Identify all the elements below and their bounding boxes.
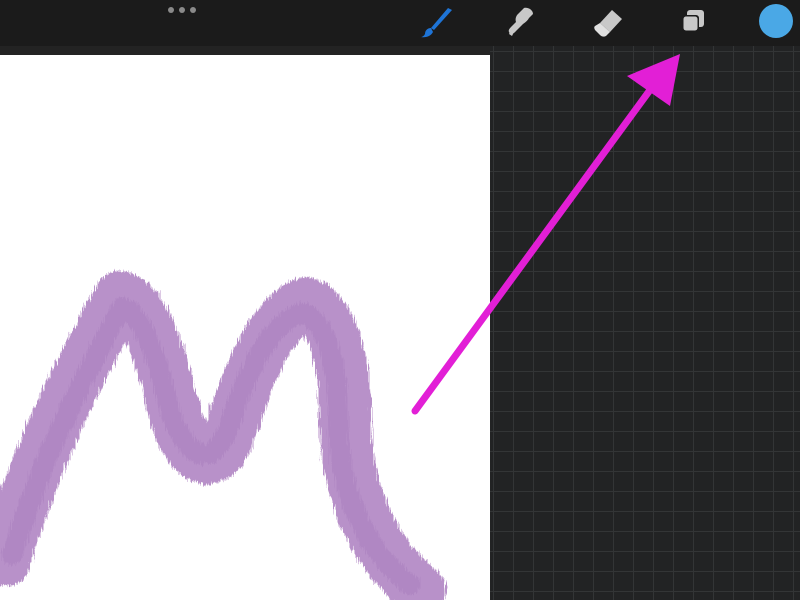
top-toolbar	[0, 0, 800, 46]
grid-background	[490, 46, 800, 600]
m-brush-stroke	[0, 271, 446, 600]
layers-icon	[682, 10, 704, 32]
color-swatch-button[interactable]	[759, 4, 793, 38]
brush-tool-button[interactable]	[414, 0, 458, 44]
more-dots-icon[interactable]	[168, 4, 196, 16]
eraser-tool-button[interactable]	[586, 0, 630, 44]
eraser-icon	[594, 10, 622, 37]
layers-tool-button[interactable]	[670, 0, 714, 44]
smudge-tool-button[interactable]	[498, 0, 542, 44]
smudge-icon	[508, 7, 533, 36]
brush-icon	[421, 8, 452, 38]
drawing-canvas[interactable]	[0, 55, 490, 600]
